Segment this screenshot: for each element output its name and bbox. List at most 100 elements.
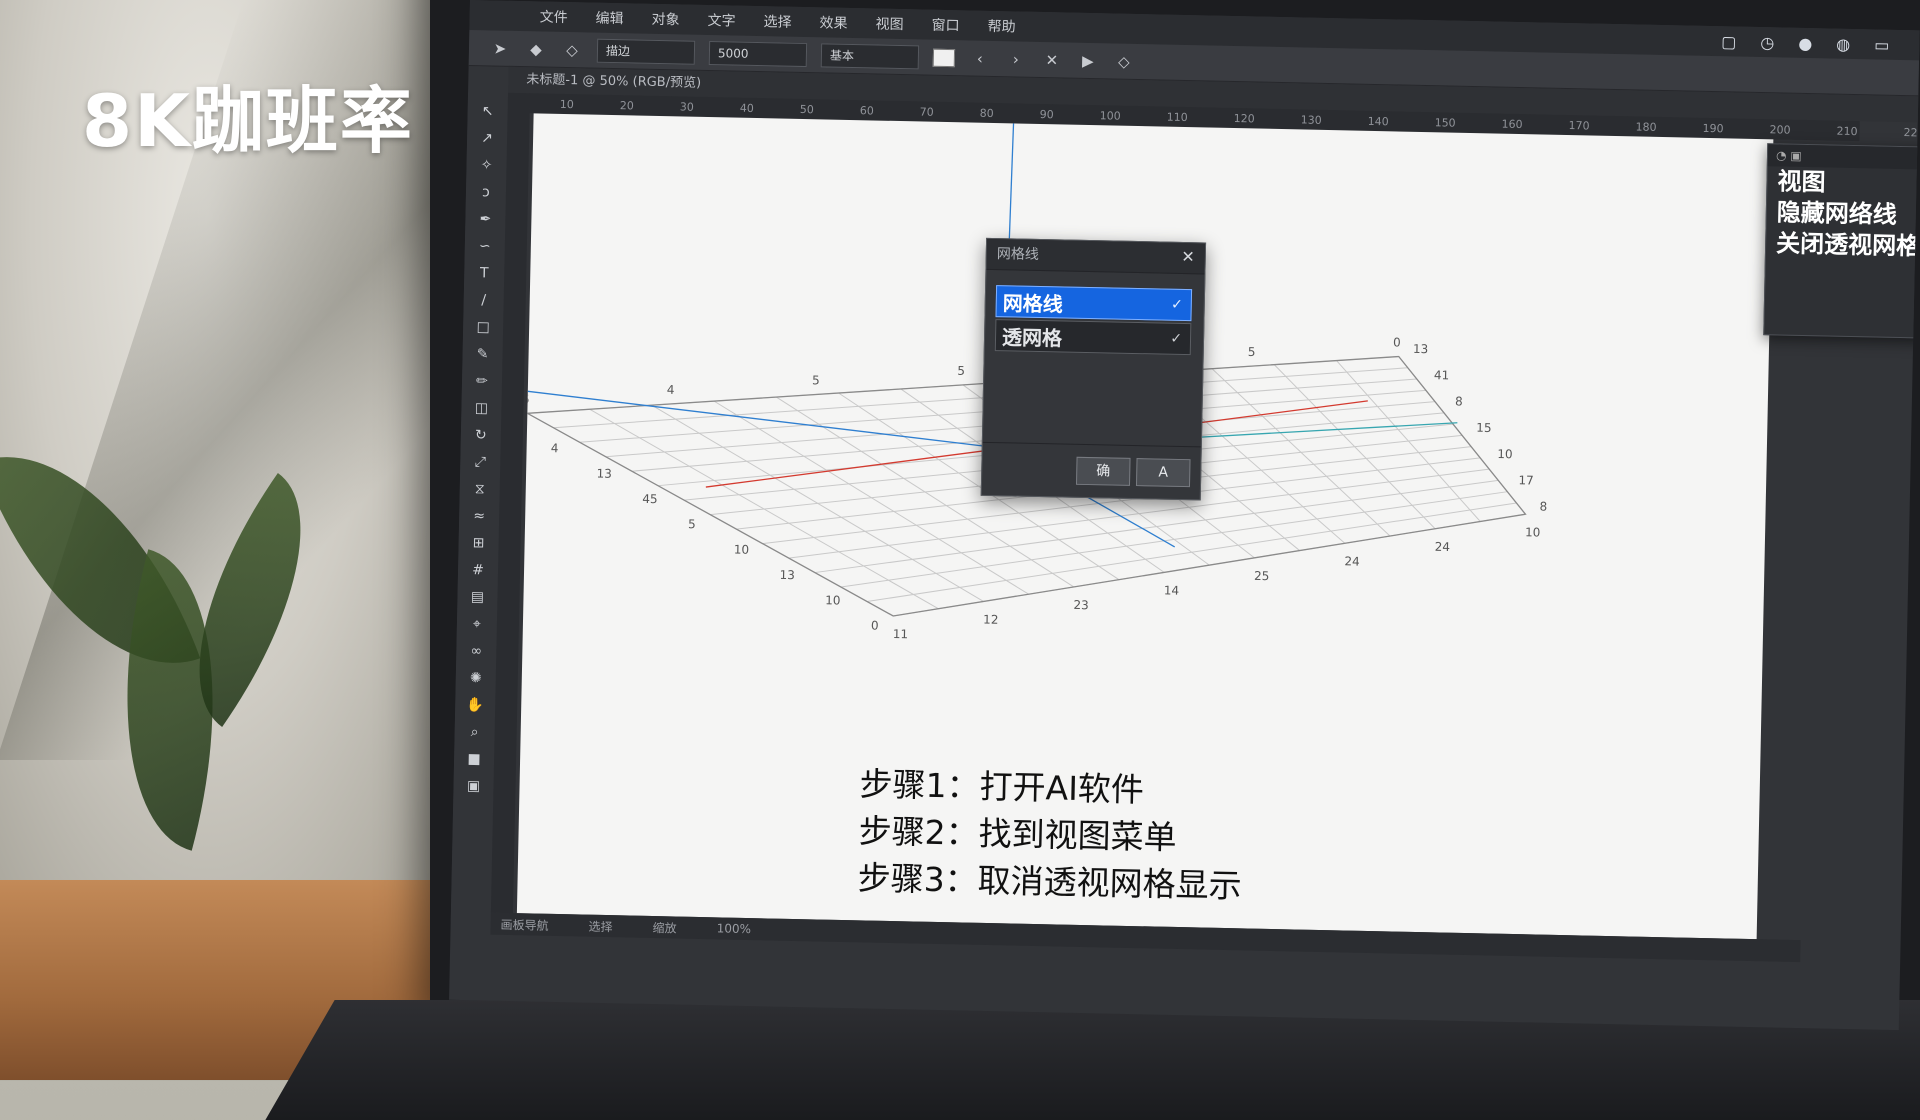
eraser-tool-icon[interactable]: ◫ <box>471 399 491 417</box>
ruler-tick: 180 <box>1635 119 1657 134</box>
grid-axis-label: 4 <box>667 383 675 397</box>
chevron-right-icon[interactable]: › <box>1005 48 1027 70</box>
window-icon[interactable]: ▢ <box>1721 32 1737 51</box>
stroke-icon[interactable]: ◇ <box>561 38 583 60</box>
wifi-icon[interactable]: ◍ <box>1836 34 1850 53</box>
grid-axis-label: 5 <box>812 373 820 387</box>
ruler-tick: 190 <box>1702 121 1724 135</box>
status-zoom[interactable]: 缩放 <box>652 919 677 936</box>
magic-wand-tool-icon[interactable]: ✧ <box>476 156 496 174</box>
video-title-overlay: 8K跏班率 <box>82 79 414 163</box>
menu-item-window[interactable]: 窗口 <box>931 15 959 36</box>
warp-tool-icon[interactable]: ≈ <box>469 507 489 525</box>
fill-stroke-icon[interactable]: ■ <box>464 750 484 768</box>
ruler-tick: 20 <box>619 98 634 112</box>
grid-axis-label: 5 <box>957 364 965 378</box>
hand-tool-icon[interactable]: ✋ <box>465 696 485 714</box>
status-artboard-nav[interactable]: 画板导航 <box>500 915 549 933</box>
curvature-tool-icon[interactable]: ∽ <box>475 237 495 255</box>
color-swatch[interactable] <box>932 48 956 67</box>
ruler-tick: 60 <box>859 103 874 117</box>
pencil-tool-icon[interactable]: ✏ <box>472 372 492 390</box>
mode-field[interactable]: 基本 <box>820 42 920 69</box>
left-axis-line <box>527 390 1002 449</box>
step-1: 步骤1：打开AI软件 <box>859 764 1145 810</box>
confirm-button[interactable]: 确 <box>1075 456 1131 486</box>
lasso-tool-icon[interactable]: ↄ <box>476 183 496 201</box>
gradient-tool-icon[interactable]: ▤ <box>467 588 487 606</box>
photo-scene: 文件 编辑 对象 文字 选择 效果 视图 窗口 帮助 ▢ ◷ ● ◍ ▭ ➤ ◆… <box>0 0 1920 1120</box>
menu-item-close-perspective-grid[interactable]: 关闭透视网格 <box>1766 228 1920 263</box>
clock-icon[interactable]: ◷ <box>1760 33 1774 52</box>
chevron-down-icon: ✓ <box>1170 330 1183 347</box>
close-x-icon[interactable]: ✕ <box>1041 48 1063 70</box>
chevron-left-icon[interactable]: ‹ <box>969 47 991 69</box>
type-tool-icon[interactable]: T <box>474 264 494 282</box>
grid-line <box>1336 360 1481 522</box>
ruler-tick: 70 <box>919 104 934 119</box>
grid-axis-label: 24 <box>1435 540 1451 554</box>
menu-item-select[interactable]: 选择 <box>763 11 791 32</box>
ruler-tick: 10 <box>559 97 574 111</box>
grid-axis-label: 25 <box>1254 569 1270 583</box>
play-icon[interactable]: ▶ <box>1077 49 1099 71</box>
zoom-tool-icon[interactable]: ⌕ <box>464 723 484 741</box>
tutorial-steps: 步骤1：打开AI软件 步骤2：找到视图菜单 步骤3：取消透视网格显示 <box>857 760 1244 909</box>
ruler-tick: 90 <box>1039 107 1054 121</box>
width-tool-icon[interactable]: ⧖ <box>470 480 490 498</box>
status-select[interactable]: 选择 <box>588 917 612 934</box>
grid-axis-label: 4 <box>551 441 559 455</box>
grid-axis-label: 8 <box>1539 500 1547 514</box>
menu-item-file[interactable]: 文件 <box>539 6 567 27</box>
brush-tool-icon[interactable]: ✎ <box>472 345 492 363</box>
grid-axis-label: 13 <box>596 467 612 481</box>
menu-item-object[interactable]: 对象 <box>651 9 679 30</box>
direct-selection-tool-icon[interactable]: ↗ <box>477 129 497 147</box>
perspective-grid-option[interactable]: 透网格 ✓ <box>994 319 1192 356</box>
menu-item-effect[interactable]: 效果 <box>819 12 847 33</box>
ruler-tick: 200 <box>1769 122 1791 137</box>
system-tray: ▢ ◷ ● ◍ ▭ <box>1721 32 1920 55</box>
status-zoom-value[interactable]: 100% <box>717 921 752 936</box>
mesh-tool-icon[interactable]: # <box>468 561 488 579</box>
grid-axis-label: 13 <box>779 568 795 582</box>
menu-item-view[interactable]: 视图 <box>875 14 903 35</box>
grid-axis-label: 10 <box>1497 447 1513 461</box>
menu-item-edit[interactable]: 编辑 <box>595 8 623 29</box>
grid-line-option[interactable]: 网格线 ✓ <box>995 285 1193 322</box>
fill-icon[interactable]: ◆ <box>525 38 547 60</box>
ruler-tick: 110 <box>1166 110 1188 124</box>
stroke-field[interactable]: 描边 <box>596 38 696 65</box>
artboard[interactable]: 6455050241345510131001341815101781112231… <box>516 113 1774 940</box>
grid-axis-label: 0 <box>1393 335 1401 349</box>
grid-axis-label: 10 <box>1525 525 1541 539</box>
eyedropper-tool-icon[interactable]: ⌖ <box>467 615 487 633</box>
battery-icon[interactable]: ▭ <box>1874 35 1890 54</box>
scale-tool-icon[interactable]: ⤢ <box>470 453 490 471</box>
grid-axis-label: 11 <box>893 627 909 641</box>
ruler-tick: 160 <box>1501 117 1523 131</box>
menu-item-hide-grid[interactable]: 隐藏网络线 <box>1767 197 1920 232</box>
cancel-button[interactable]: A <box>1135 458 1191 488</box>
menu-item-view-title[interactable]: 视图 <box>1767 166 1920 201</box>
close-icon[interactable]: ✕ <box>1181 247 1195 266</box>
screen-mode-icon[interactable]: ▣ <box>463 777 483 795</box>
chevron-down-icon: ✓ <box>1170 296 1183 313</box>
rectangle-tool-icon[interactable]: □ <box>473 318 493 336</box>
ruler-tick: 220 <box>1903 125 1920 139</box>
select-arrow-icon[interactable]: ➤ <box>489 37 511 59</box>
grid-axis-label: 10 <box>734 543 750 557</box>
menu-item-type[interactable]: 文字 <box>707 10 735 31</box>
diamond-icon[interactable]: ◇ <box>1113 50 1135 72</box>
ruler-tick: 150 <box>1434 115 1456 130</box>
symbol-tool-icon[interactable]: ✺ <box>466 669 486 687</box>
blend-tool-icon[interactable]: ∞ <box>466 642 486 660</box>
user-icon[interactable]: ● <box>1798 33 1812 52</box>
selection-tool-icon[interactable]: ↖ <box>477 102 497 120</box>
perspective-grid-tool-icon[interactable]: ⊞ <box>468 534 488 552</box>
rotate-tool-icon[interactable]: ↻ <box>471 426 491 444</box>
menu-item-help[interactable]: 帮助 <box>987 16 1015 37</box>
line-tool-icon[interactable]: / <box>474 291 494 309</box>
zoom-field[interactable]: 5000 <box>708 40 808 67</box>
pen-tool-icon[interactable]: ✒ <box>475 210 495 228</box>
